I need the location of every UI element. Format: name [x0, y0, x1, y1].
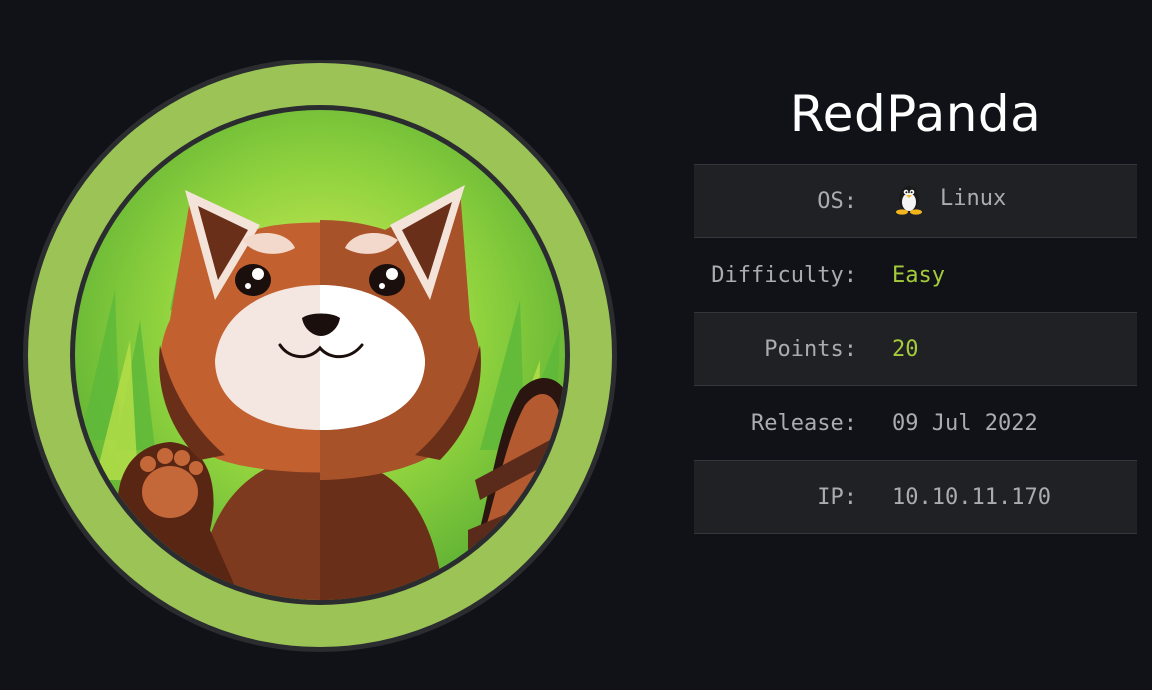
- info-row-os: OS: Linux: [694, 164, 1137, 238]
- os-value-cell: Linux: [891, 164, 1137, 238]
- difficulty-label: Difficulty:: [711, 262, 857, 288]
- os-label: OS:: [817, 188, 857, 214]
- ip-value: 10.10.11.170: [892, 484, 1051, 510]
- machine-info-panel: RedPanda OS: Linux Difficulty: Easy Poin…: [694, 78, 1137, 534]
- os-value: Linux: [940, 185, 1007, 211]
- difficulty-value: Easy: [892, 262, 945, 288]
- points-value: 20: [892, 336, 919, 362]
- info-row-ip: IP: 10.10.11.170: [694, 460, 1137, 534]
- machine-name: RedPanda: [789, 85, 1042, 143]
- info-row-release: Release: 09 Jul 2022: [694, 386, 1137, 460]
- release-value: 09 Jul 2022: [892, 410, 1038, 436]
- info-row-points: Points: 20: [694, 312, 1137, 386]
- info-table: OS: Linux Difficulty: Easy Points: 20 Re…: [694, 164, 1137, 534]
- release-label: Release:: [751, 410, 857, 436]
- points-label: Points:: [764, 336, 857, 362]
- ip-label: IP:: [817, 484, 857, 510]
- linux-tux-icon: [896, 186, 922, 215]
- info-row-difficulty: Difficulty: Easy: [694, 238, 1137, 312]
- machine-avatar: [23, 60, 617, 652]
